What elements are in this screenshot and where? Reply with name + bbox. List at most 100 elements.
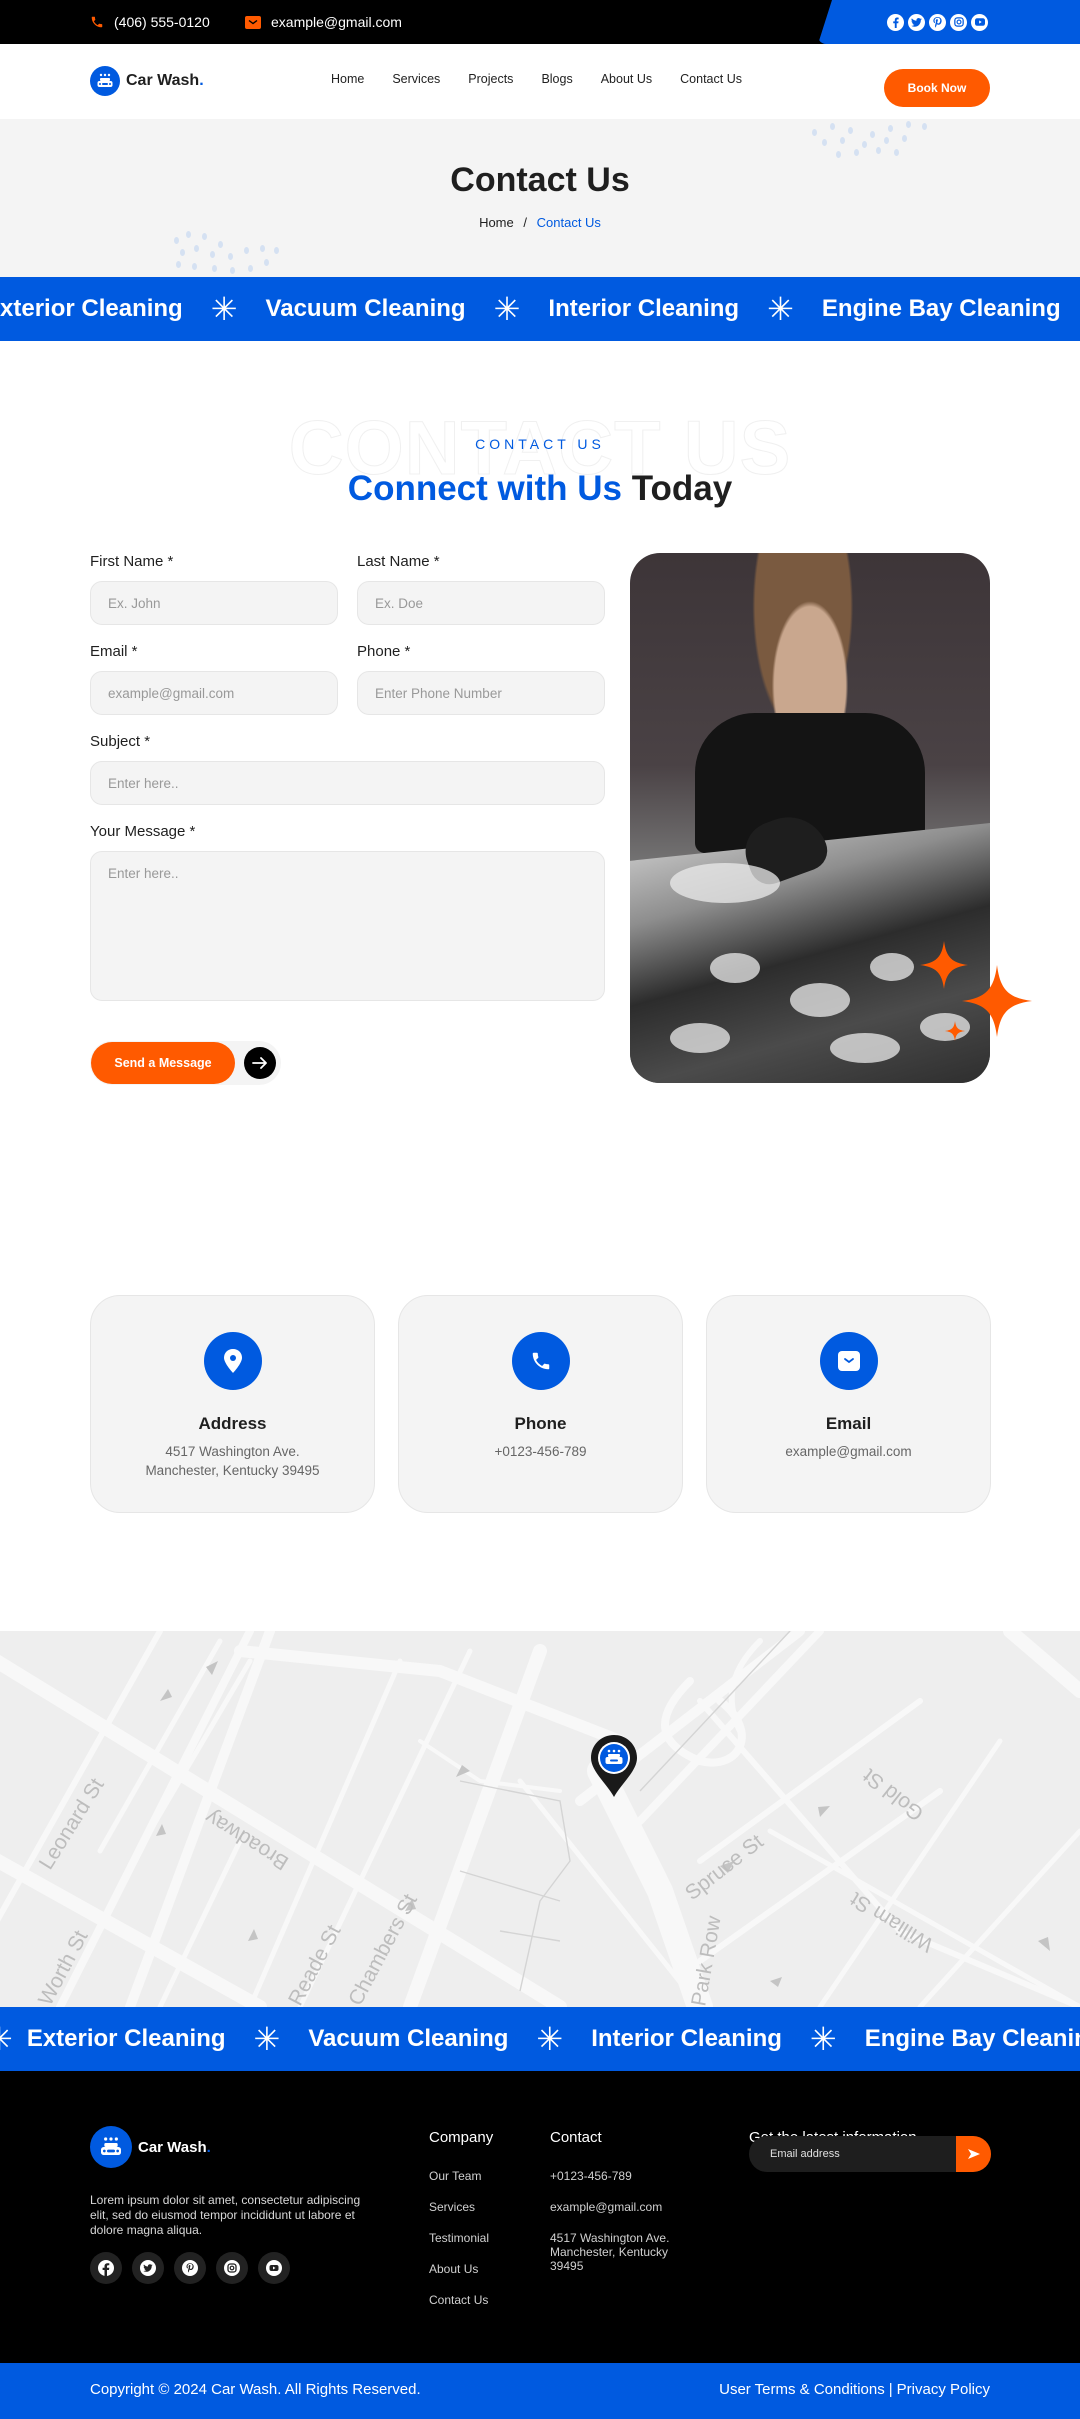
breadcrumb-separator: / bbox=[523, 215, 527, 230]
asterisk-icon: ✳ bbox=[493, 291, 521, 327]
footer-company-heading: Company bbox=[429, 2129, 494, 2146]
nav-link-blogs[interactable]: Blogs bbox=[541, 72, 572, 86]
footer-brand-name: Car Wash. bbox=[138, 2138, 211, 2156]
email-input[interactable] bbox=[90, 671, 338, 715]
services-marquee-top: Exterior Cleaning ✳ Vacuum Cleaning ✳ In… bbox=[0, 277, 1080, 341]
arrow-right-icon[interactable] bbox=[244, 1047, 276, 1079]
privacy-link[interactable]: Privacy Policy bbox=[897, 2381, 990, 2398]
section-eyebrow: CONTACT US bbox=[475, 436, 605, 452]
info-card-address: Address 4517 Washington Ave. Manchester, … bbox=[90, 1295, 375, 1513]
facebook-icon[interactable] bbox=[90, 2252, 122, 2284]
topbar-email[interactable]: example@gmail.com bbox=[245, 14, 402, 30]
asterisk-icon: ✳ bbox=[809, 2021, 837, 2057]
page-hero: Contact Us Home / Contact Us bbox=[0, 119, 1080, 277]
footer-contact-address: 4517 Washington Ave. Manchester, Kentuck… bbox=[550, 2231, 670, 2273]
footer-brand-logo[interactable]: Car Wash. bbox=[90, 2126, 211, 2168]
breadcrumb: Home / Contact Us bbox=[0, 215, 1080, 230]
info-card-value[interactable]: example@gmail.com bbox=[707, 1442, 990, 1461]
marquee-item: Interior Cleaning bbox=[548, 295, 740, 322]
youtube-icon[interactable] bbox=[258, 2252, 290, 2284]
last-name-input[interactable] bbox=[357, 581, 605, 625]
footer-contact-phone[interactable]: +0123-456-789 bbox=[550, 2169, 690, 2200]
copyright-text: Copyright © 2024 Car Wash. All Rights Re… bbox=[90, 2381, 421, 2398]
nav-link-projects[interactable]: Projects bbox=[468, 72, 513, 86]
info-card-email: Email example@gmail.com bbox=[706, 1295, 991, 1513]
main-nav: Car Wash. Home Services Projects Blogs A… bbox=[0, 44, 1080, 119]
marquee-item: Interior Cleaning bbox=[591, 2025, 782, 2052]
send-message-group: Send a Message bbox=[90, 1041, 281, 1085]
info-card-value[interactable]: +0123-456-789 bbox=[399, 1442, 682, 1461]
info-card-phone: Phone +0123-456-789 bbox=[398, 1295, 683, 1513]
footer-link-about-us[interactable]: About Us bbox=[429, 2262, 478, 2276]
footer-link-services[interactable]: Services bbox=[429, 2200, 475, 2214]
terms-link[interactable]: User Terms & Conditions bbox=[719, 2381, 885, 2398]
topbar-phone[interactable]: (406) 555-0120 bbox=[90, 14, 210, 30]
contact-form-section: First Name * Last Name * Email * Phone *… bbox=[0, 553, 1080, 1295]
nav-link-services[interactable]: Services bbox=[392, 72, 440, 86]
info-card-title: Phone bbox=[514, 1414, 567, 1433]
nav-link-home[interactable]: Home bbox=[331, 72, 364, 86]
asterisk-icon: ✳ bbox=[536, 2021, 564, 2057]
book-now-button[interactable]: Book Now bbox=[884, 69, 990, 107]
info-card-title: Email bbox=[825, 1414, 872, 1433]
topbar-phone-text: (406) 555-0120 bbox=[114, 14, 210, 30]
message-label: Your Message * bbox=[90, 823, 196, 840]
breadcrumb-home[interactable]: Home bbox=[479, 215, 514, 230]
location-pin-icon bbox=[203, 1332, 262, 1390]
phone-icon bbox=[91, 16, 103, 28]
email-label: Email * bbox=[90, 643, 138, 660]
marquee-item: Exterior Cleaning bbox=[0, 295, 183, 322]
footer-link-our-team[interactable]: Our Team bbox=[429, 2169, 481, 2183]
footer-contact-details: +0123-456-789 example@gmail.com 4517 Was… bbox=[550, 2169, 690, 2273]
asterisk-icon: ✳ bbox=[210, 291, 238, 327]
asterisk-icon: ✳ bbox=[767, 291, 794, 327]
instagram-icon[interactable] bbox=[950, 13, 967, 31]
subject-input[interactable] bbox=[90, 761, 605, 805]
send-message-button[interactable]: Send a Message bbox=[91, 1042, 235, 1084]
top-bar: (406) 555-0120 example@gmail.com bbox=[0, 0, 1080, 44]
facebook-icon[interactable] bbox=[887, 13, 904, 31]
newsletter-submit-button[interactable] bbox=[956, 2136, 991, 2172]
legal-links: User Terms & Conditions | Privacy Policy bbox=[719, 2381, 990, 2398]
footer-link-contact-us[interactable]: Contact Us bbox=[429, 2293, 488, 2307]
services-marquee-bottom: ✳ Exterior Cleaning ✳ Vacuum Cleaning ✳ … bbox=[0, 2007, 1080, 2071]
copyright-bar: Copyright © 2024 Car Wash. All Rights Re… bbox=[0, 2363, 1080, 2419]
location-map[interactable]: Leonard St Broadway Worth St Reade St Ch… bbox=[0, 1631, 1080, 2007]
pinterest-icon[interactable] bbox=[929, 13, 946, 31]
brand-name: Car Wash. bbox=[126, 72, 204, 89]
nav-links: Home Services Projects Blogs About Us Co… bbox=[331, 72, 770, 86]
envelope-icon bbox=[245, 15, 261, 29]
twitter-icon[interactable] bbox=[132, 2252, 164, 2284]
marquee-item: Exterior Cleaning bbox=[26, 2025, 226, 2052]
phone-input[interactable] bbox=[357, 671, 605, 715]
nav-link-about-us[interactable]: About Us bbox=[601, 72, 652, 86]
map-label-reade-st: Reade St bbox=[284, 1921, 345, 2007]
marquee-item: Vacuum Cleaning bbox=[265, 295, 466, 322]
first-name-input[interactable] bbox=[90, 581, 338, 625]
sparkle-icon bbox=[920, 941, 1032, 1041]
page-title: Contact Us bbox=[450, 161, 630, 199]
phone-icon bbox=[511, 1332, 570, 1390]
asterisk-icon: ✳ bbox=[0, 2020, 13, 2058]
instagram-icon[interactable] bbox=[216, 2252, 248, 2284]
send-icon bbox=[967, 2149, 980, 2159]
section-title: Connect with Us Today bbox=[347, 469, 733, 508]
nav-link-contact-us[interactable]: Contact Us bbox=[680, 72, 742, 86]
youtube-icon[interactable] bbox=[971, 13, 988, 31]
footer-contact-email[interactable]: example@gmail.com bbox=[550, 2200, 690, 2231]
envelope-icon bbox=[819, 1332, 878, 1390]
message-textarea[interactable] bbox=[90, 851, 605, 1001]
footer-link-testimonial[interactable]: Testimonial bbox=[429, 2231, 489, 2245]
map-roads: Leonard St Broadway Worth St Reade St Ch… bbox=[0, 1631, 1080, 2007]
car-wash-logo-icon bbox=[90, 66, 120, 96]
marquee-item: Engine Bay Cleaning bbox=[821, 295, 1061, 322]
contact-section-heading: CONTACT US CONTACT US Connect with Us To… bbox=[0, 341, 1080, 553]
contact-info-cards: Address 4517 Washington Ave. Manchester, … bbox=[0, 1295, 1080, 1631]
twitter-icon[interactable] bbox=[908, 13, 925, 31]
map-location-pin-icon[interactable] bbox=[590, 1735, 638, 1797]
pinterest-icon[interactable] bbox=[174, 2252, 206, 2284]
brand-logo[interactable]: Car Wash. bbox=[90, 66, 204, 96]
newsletter-email-input[interactable] bbox=[749, 2136, 991, 2172]
breadcrumb-current: Contact Us bbox=[536, 215, 601, 230]
legal-divider: | bbox=[888, 2381, 893, 2398]
